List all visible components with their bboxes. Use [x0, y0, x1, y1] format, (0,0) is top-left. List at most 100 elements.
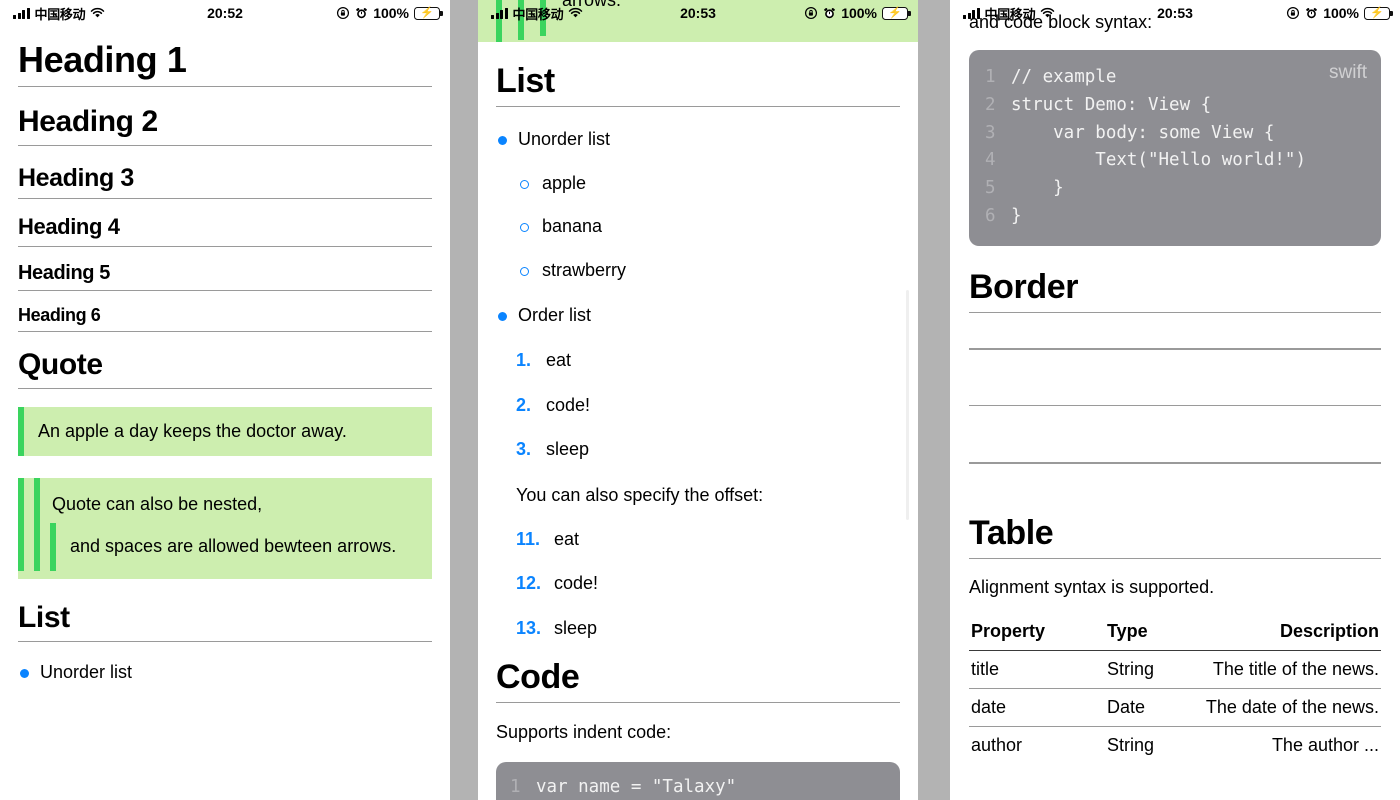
phone-panel-1[interactable]: 中国移动 20:52 100% ⚡ Heading 1 Heading 2 He…	[0, 0, 450, 800]
code-line-source: // example	[1011, 67, 1117, 88]
blockquote-nested-level-2: Quote can also be nested, and spaces are…	[24, 477, 432, 572]
code-line-source: Text("Hello world!")	[1011, 150, 1307, 171]
section-list-header: List	[496, 62, 900, 108]
panel-1-content: Heading 1 Heading 2 Heading 3 Heading 4 …	[0, 0, 450, 685]
heading-rule	[18, 144, 432, 146]
quote-nested-body: Quote can also be nested, and spaces are…	[24, 477, 432, 572]
section-title-code: Code	[496, 657, 580, 696]
list-item: banana	[496, 215, 900, 238]
code-line-number: 2	[985, 94, 996, 115]
heading-3: Heading 3	[18, 163, 134, 192]
bullet-filled-icon	[20, 659, 40, 685]
section-title-list: List	[18, 601, 70, 635]
code-line-source: }	[1011, 177, 1064, 198]
list-item-label: banana	[542, 216, 603, 237]
section-title-list: List	[496, 62, 555, 100]
section-border-header: Border	[969, 268, 1381, 314]
phone-panel-2[interactable]: arrows. 中国移动 20:53 100% ⚡ List Unorder l…	[478, 0, 918, 800]
heading-rule	[496, 701, 900, 703]
bullet-hollow-icon	[520, 259, 542, 282]
quote-level-3-text: and spaces are allowed bewteen arrows.	[70, 536, 397, 557]
list-number: 13.	[516, 617, 542, 638]
code-line: 2 struct Demo: View {	[985, 92, 1365, 120]
cell-property: author	[971, 735, 1023, 756]
list-item-label: Order list	[518, 305, 592, 326]
ordered-list-item: 13. sleep	[496, 617, 900, 640]
blockquote-nested-outer: Quote can also be nested, and spaces are…	[18, 477, 432, 580]
heading-4: Heading 4	[18, 213, 120, 239]
list-number: 12.	[516, 573, 542, 594]
heading-6: Heading 6	[18, 304, 101, 325]
code-line-number: 1	[985, 67, 996, 88]
code-line-source: var name = "Talaxy"	[536, 777, 737, 798]
code-line-number: 4	[985, 150, 996, 171]
heading-rule	[496, 106, 900, 108]
section-list-header: List	[18, 601, 432, 642]
heading-2: Heading 2	[18, 105, 158, 139]
code-line: 3 var body: some View {	[985, 120, 1365, 148]
table-body: title String The title of the news. date…	[969, 651, 1381, 765]
bullet-filled-icon	[498, 302, 518, 328]
heading-rule	[969, 557, 1381, 559]
horizontal-rule	[969, 404, 1381, 407]
section-title-border: Border	[969, 268, 1079, 307]
code-block: swift 1 // example 2 struct Demo: View {…	[969, 50, 1381, 247]
ordered-list-item: 2. code!	[496, 394, 900, 417]
list-item-label: Unorder list	[518, 129, 611, 150]
code-line-number: 5	[985, 177, 996, 198]
list-item: strawberry	[496, 259, 900, 282]
heading-block-5: Heading 5	[18, 262, 432, 291]
heading-block-2: Heading 2	[18, 105, 432, 146]
bullet-hollow-icon	[520, 215, 542, 238]
code-line-source: }	[1011, 205, 1022, 226]
phone-panel-3[interactable]: 中国移动 20:53 100% ⚡ and code block syntax:…	[950, 0, 1400, 800]
list-item-label: sleep	[554, 617, 598, 638]
page-title: Heading 1	[18, 39, 187, 80]
table-row: author String The author ...	[969, 727, 1381, 765]
cell-type: String	[1106, 735, 1154, 756]
list-item: Order list	[496, 302, 900, 328]
quote-level-2-body: Quote can also be nested, and spaces are…	[40, 478, 432, 572]
heading-block-4: Heading 4	[18, 213, 432, 247]
list-number: 11.	[516, 528, 541, 549]
heading-rule	[18, 245, 432, 247]
code-line-source: struct Demo: View {	[1011, 94, 1212, 115]
section-title-table: Table	[969, 513, 1054, 552]
code-line: 6 }	[985, 203, 1365, 231]
code-line: 1 var name = "Talaxy"	[510, 774, 886, 800]
column-header-description: Description	[1279, 621, 1379, 642]
offset-note: You can also specify the offset:	[516, 485, 764, 506]
quote-level-2-text: Quote can also be nested,	[52, 493, 263, 514]
list-item-label: code!	[546, 394, 591, 415]
panel-3-content: and code block syntax: swift 1 // exampl…	[950, 0, 1400, 764]
list-item: Unorder list	[496, 126, 900, 152]
code-block: 1 var name = "Talaxy"	[496, 762, 900, 800]
section-quote-header: Quote	[18, 348, 432, 389]
section-code-header: Code	[496, 658, 900, 703]
heading-rule	[18, 197, 432, 199]
horizontal-rule	[969, 462, 1381, 464]
list-item-label: code!	[554, 573, 599, 594]
heading-rule	[18, 289, 432, 291]
heading-5: Heading 5	[18, 261, 110, 284]
heading-block-1: Heading 1	[18, 39, 432, 88]
table-row: title String The title of the news.	[969, 651, 1381, 689]
cell-property: date	[971, 697, 1007, 718]
code-language-label: swift	[1329, 62, 1367, 84]
list-number: 3.	[516, 439, 532, 460]
code-line-number: 3	[985, 122, 996, 143]
code-line-number: 6	[985, 205, 996, 226]
list-item: apple	[496, 172, 900, 195]
section-table-header: Table	[969, 514, 1381, 559]
cell-description: The title of the news.	[1212, 659, 1379, 680]
ordered-list-item: 3. sleep	[496, 438, 900, 461]
code-line-source: var body: some View {	[1011, 122, 1275, 143]
vertical-scrollbar[interactable]	[906, 290, 909, 520]
panel-2-content: List Unorder list apple banana strawberr…	[478, 0, 918, 800]
list-item-label: sleep	[546, 439, 590, 460]
bullet-hollow-icon	[520, 172, 542, 195]
ordered-list-item: 12. code!	[496, 572, 900, 595]
code-line-number: 1	[510, 777, 521, 798]
heading-rule	[18, 331, 432, 333]
list-item-label: eat	[546, 350, 572, 371]
